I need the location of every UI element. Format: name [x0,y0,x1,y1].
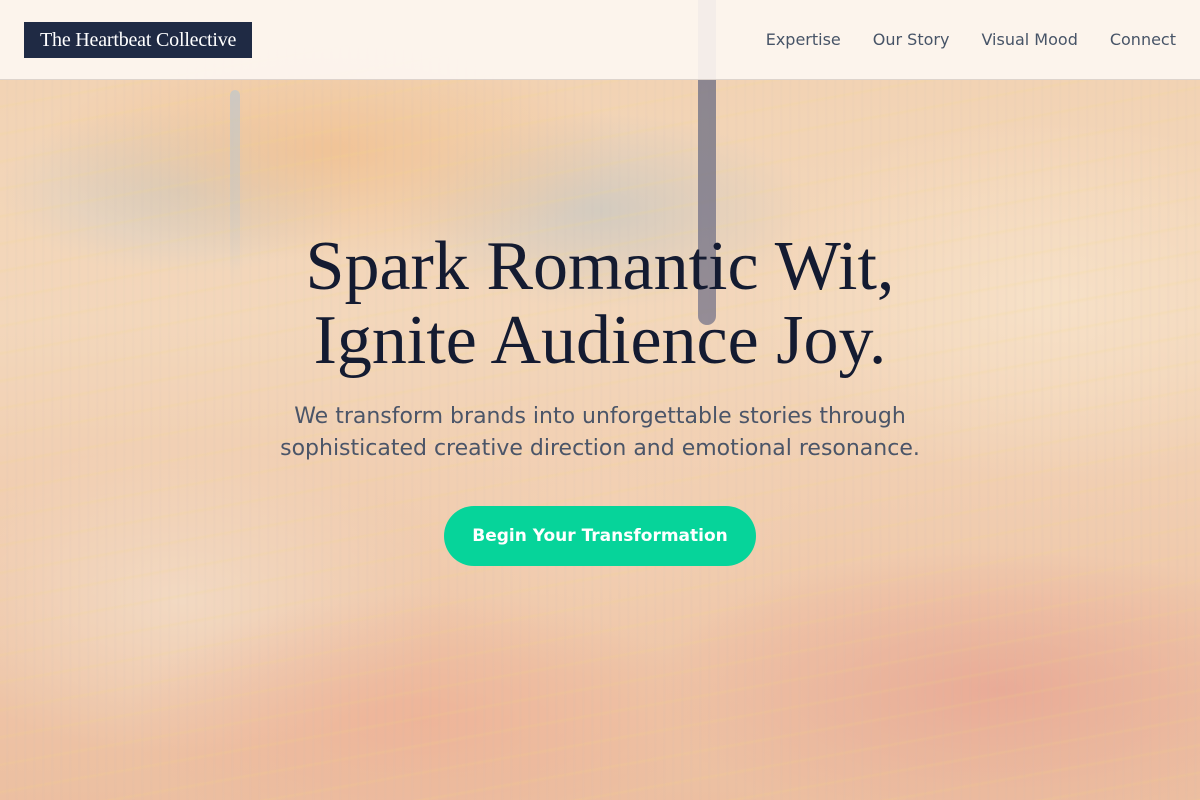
site-header: The Heartbeat Collective Expertise Our S… [0,0,1200,80]
hero-subtitle-line: We transform brands into unforgettable s… [294,404,906,429]
nav-link-visual-mood[interactable]: Visual Mood [981,30,1077,49]
nav-link-connect[interactable]: Connect [1110,30,1176,49]
begin-transformation-button[interactable]: Begin Your Transformation [444,506,756,566]
main-nav: Expertise Our Story Visual Mood Connect [766,30,1176,49]
hero-subtitle-line: sophisticated creative direction and emo… [280,436,920,461]
hero-section: Spark Romantic Wit, Ignite Audience Joy.… [0,80,1200,800]
hero-title-line: Spark Romantic Wit, [305,228,895,305]
hero-title: Spark Romantic Wit, Ignite Audience Joy. [100,230,1100,378]
nav-link-our-story[interactable]: Our Story [873,30,950,49]
hero-title-line: Ignite Audience Joy. [313,302,887,379]
nav-link-expertise[interactable]: Expertise [766,30,841,49]
hero-subtitle: We transform brands into unforgettable s… [150,401,1050,465]
site-logo[interactable]: The Heartbeat Collective [24,21,253,58]
